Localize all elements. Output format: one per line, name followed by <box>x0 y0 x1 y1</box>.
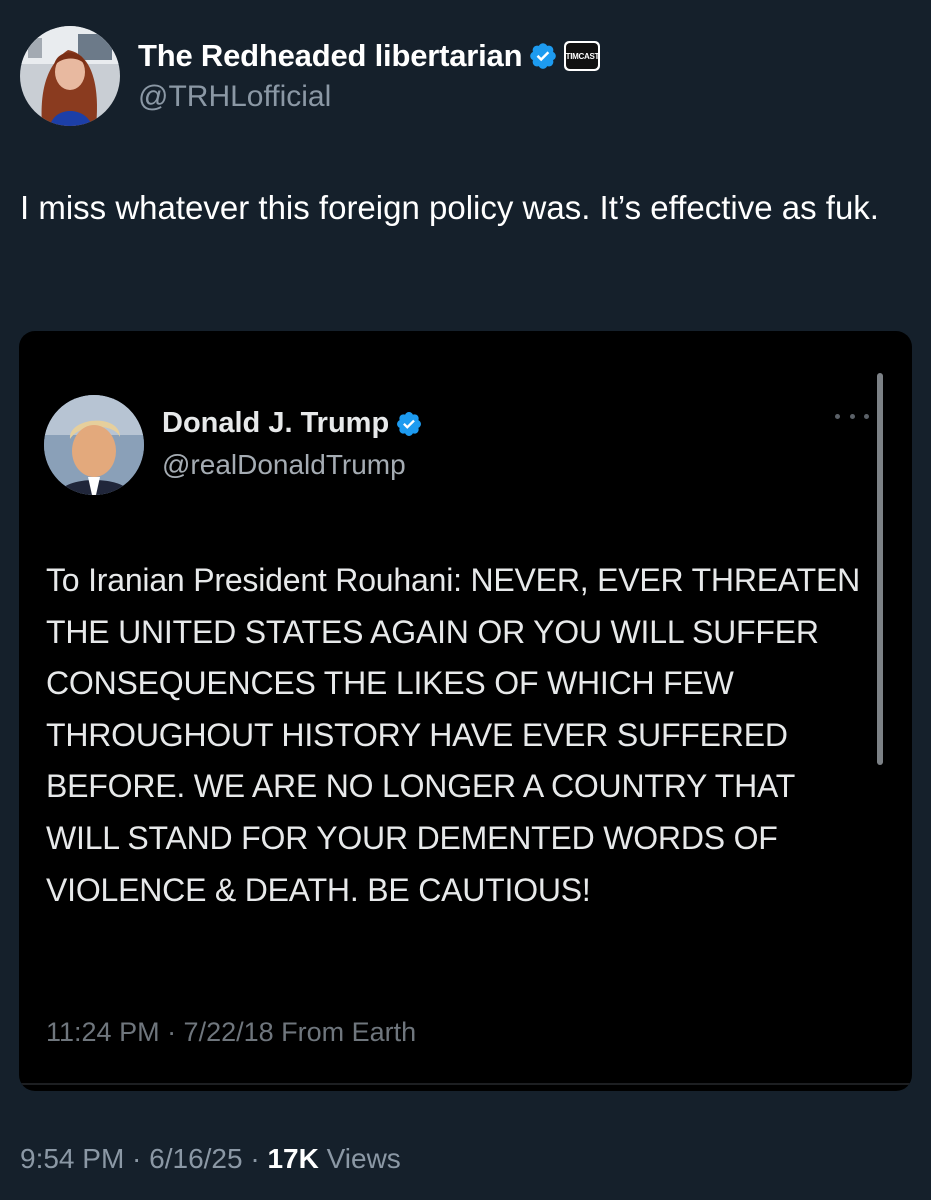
more-options-icon <box>835 409 869 423</box>
author-name-row: The Redheaded libertarian TIMCAST <box>138 38 601 74</box>
more-dot <box>864 413 869 419</box>
quoted-scrollbar <box>877 373 883 765</box>
tweet-header: The Redheaded libertarian TIMCAST @TRHLo… <box>20 26 900 128</box>
quoted-tweet-meta: 11:24 PM · 7/22/18 From Earth <box>46 1017 417 1047</box>
author-handle[interactable]: @TRHLofficial <box>138 80 331 114</box>
quoted-name-row: Donald J. Trump <box>162 407 423 440</box>
quoted-author-avatar-image <box>44 395 144 495</box>
views-count[interactable]: 17K <box>267 1143 318 1174</box>
quoted-tweet-text: To Iranian President Rouhani: NEVER, EVE… <box>46 562 861 908</box>
author-display-name[interactable]: The Redheaded libertarian <box>138 38 523 74</box>
affiliation-badge-label: TIMCAST <box>566 43 599 69</box>
author-avatar-image <box>20 26 120 126</box>
author-avatar[interactable] <box>20 26 120 126</box>
views-label: Views <box>318 1143 401 1174</box>
quoted-divider <box>19 1083 912 1085</box>
quoted-author-avatar <box>44 395 144 495</box>
quoted-tweet-card[interactable]: Donald J. Trump @realDonaldTrump To Iran… <box>19 331 912 1091</box>
tweet-timestamp[interactable]: 9:54 PM · 6/16/25 · <box>20 1143 267 1174</box>
quoted-handle: @realDonaldTrump <box>162 449 406 480</box>
tweet-footer: 9:54 PM · 6/16/25 · 17K Views <box>20 1143 401 1175</box>
tweet-text: I miss whatever this foreign policy was.… <box>20 189 879 226</box>
verified-badge-icon[interactable] <box>528 41 558 71</box>
quoted-display-name: Donald J. Trump <box>162 407 390 439</box>
more-dot <box>849 413 855 419</box>
more-dot <box>835 413 840 419</box>
quoted-verified-badge-icon <box>397 411 422 436</box>
affiliation-badge[interactable]: TIMCAST <box>564 41 601 71</box>
